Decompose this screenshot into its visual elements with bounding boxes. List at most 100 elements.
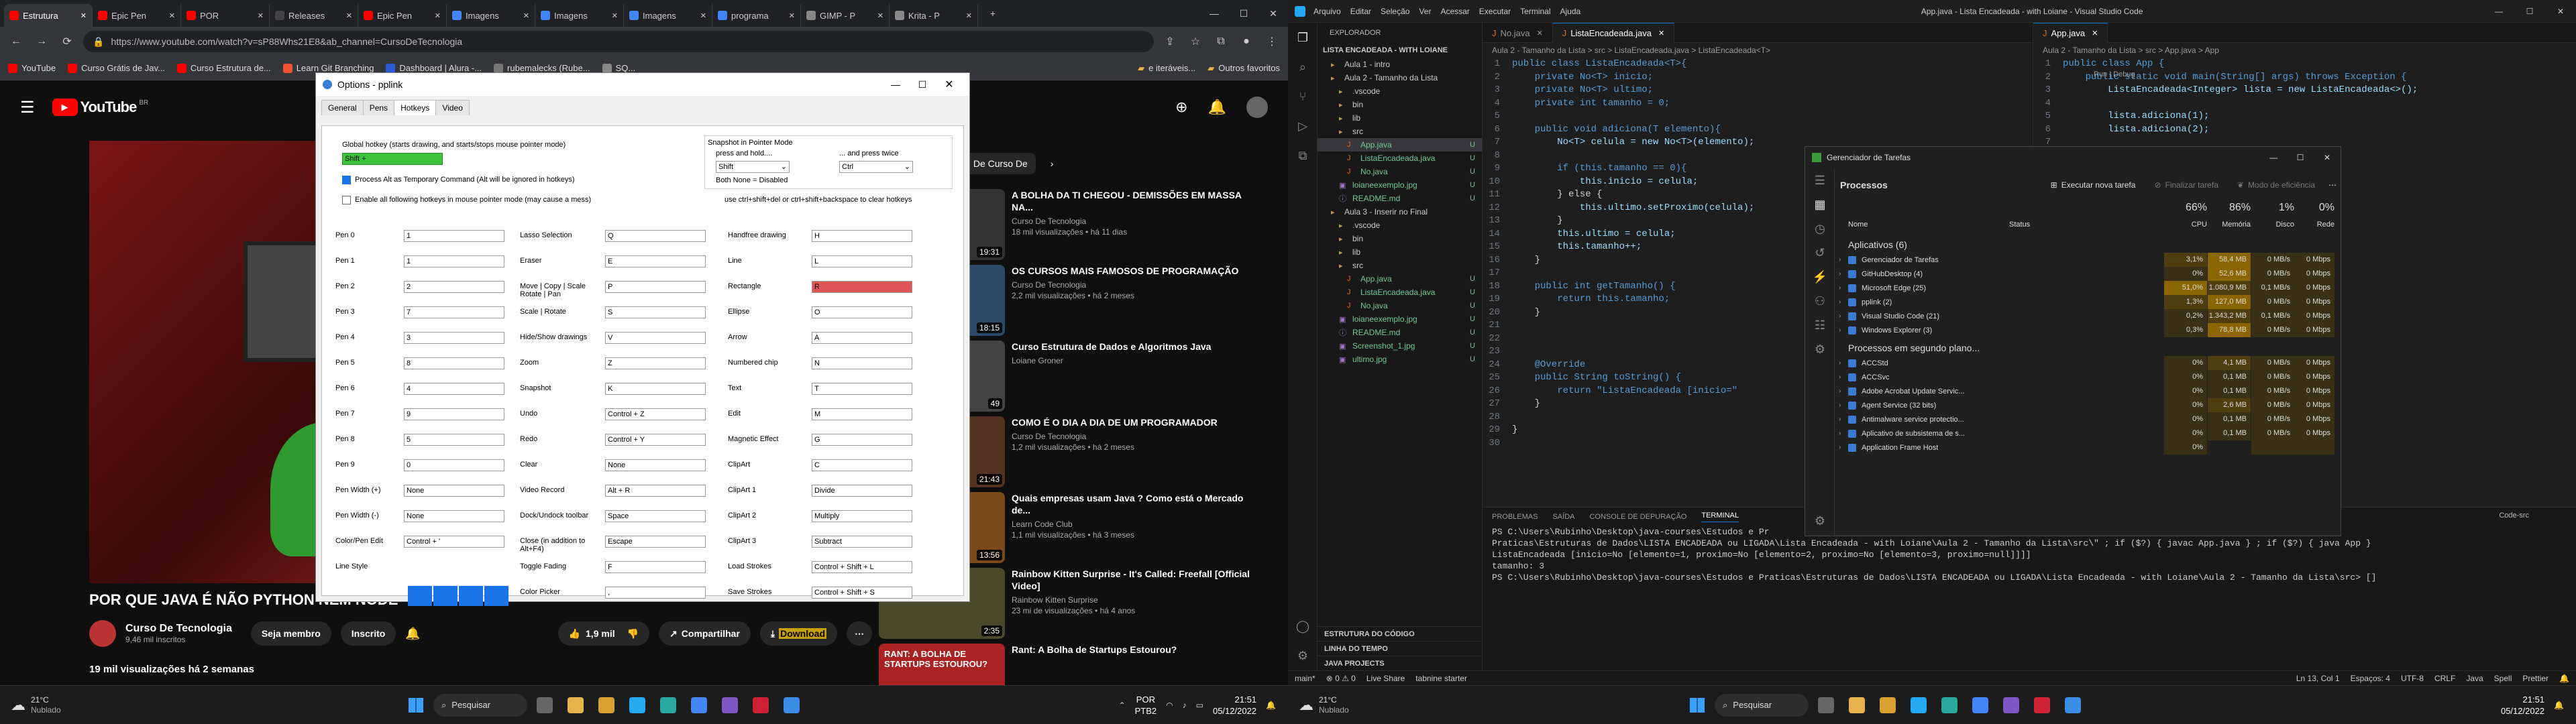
hotkey-field[interactable]: Z [605,357,706,369]
sidebar-section[interactable]: JAVA PROJECTS [1318,656,1483,670]
history-icon[interactable]: ↺ [1805,241,1835,265]
hotkey-field[interactable]: Control + Shift + L [812,561,912,573]
menu-icon[interactable]: ⋮ [1263,32,1281,51]
tree-item[interactable]: ⓘ README.md U [1318,326,1482,339]
menu-item[interactable]: Seleção [1381,7,1409,16]
global-hotkey-field[interactable]: Shift + [342,153,443,165]
related-title[interactable]: A BOLHA DA TI CHEGOU - DEMISSÕES EM MASS… [1012,189,1253,213]
browser-tab[interactable]: POR ✕ [181,4,270,27]
hotkey-field[interactable]: R [812,281,912,293]
col-cpu[interactable]: CPU [2192,221,2207,229]
tab-close-icon[interactable]: ✕ [169,11,175,20]
tree-item[interactable]: ▣ ultimo.jpg U [1318,353,1482,366]
hotkey-field[interactable]: E [605,255,706,267]
related-title[interactable]: Curso Estrutura de Dados e Algoritmos Ja… [1012,341,1253,353]
expand-chevron-icon[interactable]: › [1839,416,1841,423]
performance-icon[interactable]: ◷ [1805,217,1835,241]
col-mem[interactable]: Memória [2222,221,2251,229]
hotkey-field[interactable]: None [605,459,706,471]
address-bar[interactable]: 🔒 https://www.youtube.com/watch?v=sP88Wh… [83,31,1154,52]
tree-item[interactable]: J App.java U [1318,272,1482,286]
close-icon[interactable]: ✕ [2545,7,2576,16]
status-item[interactable]: Espaços: 4 [2351,674,2390,683]
process-row[interactable]: Aplicativos (6) [1835,237,2341,253]
bookmark-item[interactable]: SQ... [602,63,635,73]
bell-icon[interactable]: 🔔 [405,627,420,641]
menu-item[interactable]: Editar [1350,7,1371,16]
status-item[interactable]: Live Share [1366,674,1405,683]
channel-avatar[interactable] [89,620,116,647]
tab-close-icon[interactable]: ✕ [1537,29,1543,38]
project-root[interactable]: LISTA ENCADEADA - WITH LOIANE [1318,43,1482,58]
enable-all-checkbox[interactable] [342,195,351,204]
panel-tab[interactable]: CONSOLE DE DEPURAÇÃO [1589,513,1686,521]
opera-icon[interactable] [747,692,774,719]
hotkey-field[interactable]: 9 [404,408,504,420]
expand-chevron-icon[interactable]: › [1839,402,1841,409]
edge-icon[interactable] [655,692,682,719]
explorer-folder-icon[interactable] [1874,692,1901,719]
close-icon[interactable]: ✕ [2314,153,2341,162]
dialog-tab[interactable]: General [321,100,364,115]
process-row[interactable]: › Agent Service (32 bits) 0% 2,6 MB 0 MB/s 0 … [1835,398,2341,412]
process-row[interactable]: › Aplicativo de subsistema de s... 0% 0,1 M… [1835,426,2341,440]
tab-close-icon[interactable]: ✕ [80,11,87,20]
tree-item[interactable]: ▸ bin [1318,98,1482,111]
notification-bell-icon[interactable]: 🔔 [2559,674,2569,683]
filter-chip[interactable]: De Curso De [965,153,1036,174]
hotkey-field[interactable]: V [605,332,706,344]
editor-tab[interactable]: J No.java ✕ [1483,23,1553,43]
panel-tab[interactable]: SAÍDA [1552,513,1574,521]
hotkey-field[interactable]: Alt + R [605,485,706,497]
process-alt-checkbox[interactable] [342,175,351,184]
sidebar-section[interactable]: ESTRUTURA DO CÓDIGO [1318,626,1483,641]
reload-icon[interactable]: ⟳ [58,32,76,51]
startup-icon[interactable]: ⚡ [1805,265,1835,289]
line-style-option[interactable] [408,586,432,606]
related-channel[interactable]: Learn Code Club [1012,519,1253,530]
line-style-option[interactable] [459,586,483,606]
expand-chevron-icon[interactable]: › [1839,298,1841,306]
bookmark-item[interactable]: ▰ e iteráveis... [1138,63,1195,74]
weather-widget[interactable]: ☁ 21°C Nublado [11,695,145,715]
related-title[interactable]: Rainbow Kitten Surprise - It's Called: F… [1012,568,1253,592]
process-row[interactable]: › pplink (2) 1,3% 127,0 MB 0 MB/s 0 Mbps [1835,295,2341,309]
related-channel[interactable]: Curso De Tecnologia [1012,431,1253,442]
browser-tab[interactable]: Releases ✕ [270,4,358,27]
line-style-option[interactable] [484,586,508,606]
settings-gear-icon[interactable]: ⚙ [1805,506,1835,536]
tree-item[interactable]: ▸ Aula 2 - Tamanho da Lista [1318,71,1482,84]
col-disk[interactable]: Disco [2275,221,2294,229]
minimize-icon[interactable]: — [2260,153,2287,162]
process-row[interactable]: › Visual Studio Code (21) 0,2% 1.343,2 MB 0,… [1835,309,2341,323]
tree-item[interactable]: ▸ .vscode [1318,219,1482,232]
editor-tab[interactable]: J App.java ✕ [2033,23,2108,43]
clock[interactable]: 21:51 05/12/2022 [1213,694,1256,717]
hotkey-field[interactable]: 7 [404,306,504,318]
browser-tab[interactable]: GIMP - P ✕ [801,4,890,27]
avatar[interactable] [1246,97,1268,118]
settings-gear-icon[interactable]: ⚙ [1288,641,1318,670]
process-row[interactable]: › Application Frame Host 0% [1835,440,2341,455]
browser-tab[interactable]: Imagens ✕ [447,4,535,27]
hotkey-field[interactable]: L [812,255,912,267]
tree-item[interactable]: ▸ bin [1318,232,1482,245]
expand-chevron-icon[interactable]: › [1839,312,1841,320]
chevron-up-icon[interactable]: ⌃ [1119,701,1126,710]
maximize-icon[interactable]: ☐ [2514,7,2545,16]
hotkey-field[interactable]: 3 [404,332,504,344]
tree-item[interactable]: ▸ lib [1318,111,1482,125]
hotkey-field[interactable]: Control + Y [605,434,706,446]
status-item[interactable]: main* [1295,674,1316,683]
status-item[interactable]: Java [2466,674,2483,683]
related-channel[interactable]: Curso De Tecnologia [1012,280,1253,290]
tree-item[interactable]: J App.java U [1318,138,1482,152]
hotkey-field[interactable]: 0 [404,459,504,471]
hotkey-field[interactable]: Control + Z [605,408,706,420]
github-desktop-icon[interactable] [1998,692,2025,719]
new-tab-icon[interactable]: + [978,0,1008,27]
chrome-icon[interactable] [686,692,712,719]
hotkey-field[interactable]: N [812,357,912,369]
tab-close-icon[interactable]: ✕ [966,11,972,20]
thumb-down-icon[interactable]: 👎 [627,628,639,640]
